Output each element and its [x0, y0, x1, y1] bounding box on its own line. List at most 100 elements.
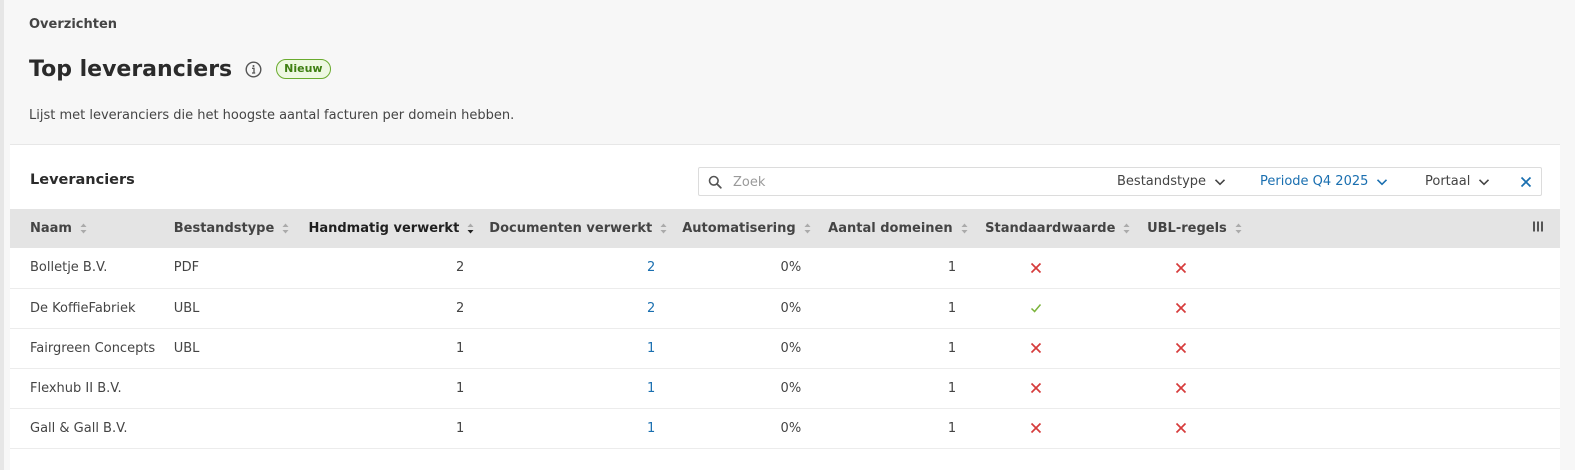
cell-file-type: [174, 408, 309, 448]
info-circle-icon[interactable]: [245, 60, 262, 78]
sort-icon: [804, 223, 811, 234]
cross-icon: [1031, 342, 1042, 354]
cross-icon: [1031, 382, 1042, 394]
chevron-down-icon: [1377, 178, 1388, 185]
table-body: Bolletje B.V. PDF 2 2 0% 1 De KoffieFabriek UBL…: [10, 248, 1560, 448]
search-input[interactable]: [733, 172, 1093, 192]
cell-domains: 1: [947, 300, 957, 316]
column-header-documents[interactable]: Documenten verwerkt: [474, 209, 667, 248]
cell-automation: 0%: [780, 420, 802, 436]
column-header-ubl-rules[interactable]: UBL-regels: [1132, 209, 1246, 248]
columns-icon[interactable]: [1532, 221, 1544, 232]
cell-domains: 1: [947, 380, 957, 396]
file-type-filter[interactable]: Bestandstype: [1117, 174, 1226, 189]
cell-spacer: [1246, 288, 1560, 328]
cell-documents-link[interactable]: 2: [474, 288, 667, 328]
column-header-manual[interactable]: Handmatig verwerkt: [308, 209, 474, 248]
sort-icon: [80, 223, 87, 234]
sort-icon: [1123, 223, 1130, 234]
column-header-automation[interactable]: Automatisering: [667, 209, 813, 248]
sort-desc-icon: [467, 223, 474, 234]
suppliers-card: Leveranciers Bestandstype Periode Q4 202…: [10, 144, 1560, 470]
portal-filter[interactable]: Portaal: [1425, 174, 1490, 189]
check-icon: [1031, 304, 1042, 313]
sort-icon: [1235, 223, 1242, 234]
cell-documents-link[interactable]: 1: [474, 408, 667, 448]
cell-name: De KoffieFabriek: [30, 300, 136, 316]
table-row[interactable]: De KoffieFabriek UBL 2 2 0% 1: [10, 288, 1560, 328]
cell-domains: 1: [947, 260, 957, 276]
table-row[interactable]: Fairgreen Concepts UBL 1 1 0% 1: [10, 328, 1560, 368]
cell-domains: 1: [947, 420, 957, 436]
card-title: Leveranciers: [30, 172, 135, 188]
table-row[interactable]: Bolletje B.V. PDF 2 2 0% 1: [10, 248, 1560, 288]
cell-domains: 1: [947, 340, 957, 356]
cell-name: Flexhub II B.V.: [30, 380, 122, 396]
cross-icon: [1175, 302, 1187, 314]
cell-file-type: UBL: [173, 340, 200, 356]
cell-file-type: [174, 368, 309, 408]
column-header-default-value[interactable]: Standaardwaarde: [970, 209, 1132, 248]
close-icon[interactable]: [1520, 176, 1532, 188]
cross-icon: [1175, 262, 1187, 273]
cell-ubl-rules: [1132, 328, 1246, 368]
cross-icon: [1175, 342, 1187, 354]
column-header-domains[interactable]: Aantal domeinen: [813, 209, 970, 248]
sort-icon: [660, 223, 667, 234]
cell-name: Bolletje B.V.: [30, 260, 108, 276]
new-badge: Nieuw: [276, 59, 331, 79]
table-header-row: Naam Bestandstype Handmatig verwerkt Doc…: [10, 209, 1560, 248]
cross-icon: [1175, 382, 1187, 394]
cell-manual: 2: [456, 300, 465, 316]
cell-documents-link[interactable]: 1: [474, 368, 667, 408]
cell-spacer: [1246, 328, 1560, 368]
table-row[interactable]: Gall & Gall B.V. 1 1 0% 1: [10, 408, 1560, 448]
cell-spacer: [1246, 248, 1560, 288]
column-settings[interactable]: [1246, 209, 1560, 248]
cell-ubl-rules: [1132, 288, 1246, 328]
cell-default-value: [970, 328, 1132, 368]
sort-icon: [961, 223, 968, 234]
cell-automation: 0%: [780, 260, 802, 276]
left-edge: [0, 0, 4, 470]
cell-name: Fairgreen Concepts: [30, 340, 156, 356]
cell-manual: 1: [456, 380, 465, 396]
chevron-down-icon: [1479, 178, 1490, 185]
cross-icon: [1175, 422, 1187, 434]
cell-manual: 1: [456, 420, 465, 436]
cross-icon: [1031, 262, 1042, 273]
cell-default-value: [970, 408, 1132, 448]
cell-ubl-rules: [1132, 248, 1246, 288]
period-filter[interactable]: Periode Q4 2025: [1260, 174, 1388, 189]
cell-ubl-rules: [1132, 368, 1246, 408]
breadcrumb[interactable]: Overzichten: [29, 17, 117, 32]
suppliers-table: Naam Bestandstype Handmatig verwerkt Doc…: [10, 209, 1560, 449]
cell-manual: 2: [456, 260, 465, 276]
cell-file-type: UBL: [173, 300, 200, 316]
cell-automation: 0%: [780, 300, 802, 316]
cell-name: Gall & Gall B.V.: [30, 420, 128, 436]
cell-documents-link[interactable]: 1: [474, 328, 667, 368]
sort-icon: [282, 223, 289, 234]
file-type-filter-label: Bestandstype: [1117, 174, 1207, 189]
cell-automation: 0%: [780, 340, 802, 356]
column-header-name[interactable]: Naam: [10, 209, 174, 248]
table-row[interactable]: Flexhub II B.V. 1 1 0% 1: [10, 368, 1560, 408]
page-title: Top leveranciers: [29, 56, 233, 82]
cell-spacer: [1246, 408, 1560, 448]
cell-spacer: [1246, 368, 1560, 408]
cell-default-value: [970, 248, 1132, 288]
column-header-file-type[interactable]: Bestandstype: [174, 209, 309, 248]
cross-icon: [1031, 422, 1042, 434]
period-filter-label: Periode Q4 2025: [1260, 174, 1369, 189]
portal-filter-label: Portaal: [1425, 174, 1471, 189]
page-description: Lijst met leveranciers die het hoogste a…: [29, 108, 515, 123]
cell-automation: 0%: [780, 380, 802, 396]
search-icon: [708, 175, 722, 189]
cell-documents-link[interactable]: 2: [474, 248, 667, 288]
filter-bar: Bestandstype Periode Q4 2025 Portaal: [698, 167, 1542, 196]
title-row: Top leveranciers Nieuw: [29, 54, 331, 84]
cell-ubl-rules: [1132, 408, 1246, 448]
cell-default-value: [970, 288, 1132, 328]
chevron-down-icon: [1214, 178, 1226, 185]
